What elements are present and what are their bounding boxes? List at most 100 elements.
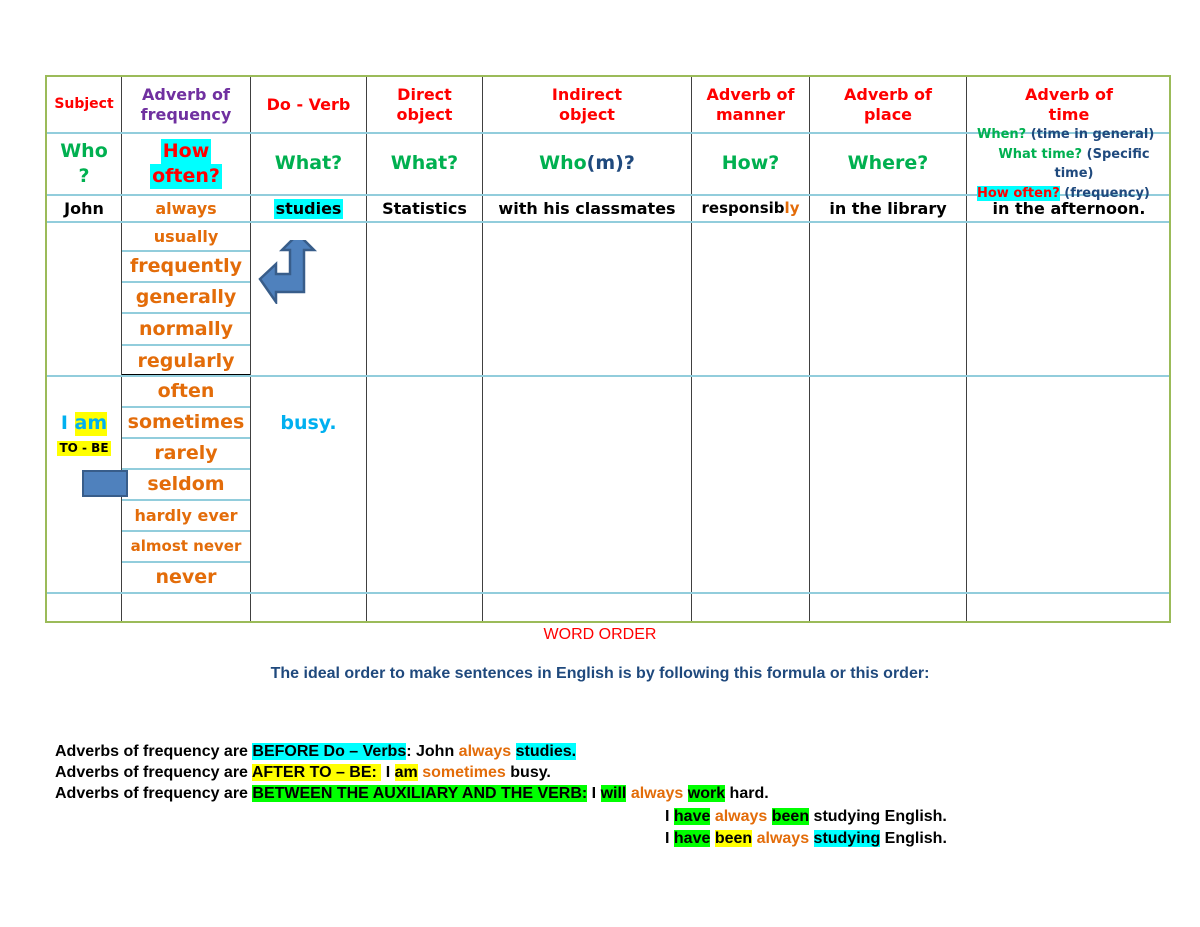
header-line: Direct (397, 85, 452, 104)
adverb-item: hardly ever (122, 501, 250, 530)
example-rest: studying English. (809, 808, 947, 825)
header-adverb-frequency: Adverb of frequency (122, 77, 250, 133)
cell-text: Statistics (382, 198, 467, 218)
question-line: often? (150, 164, 222, 189)
question-indirect-object: Who (m)? (483, 134, 691, 194)
example-subject: I (665, 830, 674, 847)
example-direct-object: Statistics (367, 196, 482, 221)
subject-am: am (74, 412, 108, 436)
adverb-divider (122, 312, 250, 314)
cell-text: in the afternoon. (992, 198, 1146, 218)
header-line: object (396, 105, 453, 124)
rule-adverb: always (458, 743, 512, 760)
question-text: ? (623, 152, 635, 175)
adverb-text: normally (139, 317, 233, 340)
example-adverb: always (630, 785, 684, 802)
header-line: Adverb of (1025, 85, 1113, 104)
rule-text: I (381, 764, 395, 781)
to-be-label-text: TO - BE (57, 440, 111, 456)
rule-verb: studies. (515, 743, 577, 760)
example-aux: have (673, 830, 711, 847)
question-text: Who (539, 152, 587, 175)
adverb-item: rarely (122, 439, 250, 468)
time-question-2: What time? (Specific time) (977, 145, 1171, 184)
to-be-subject: I am (47, 411, 121, 437)
to-be-complement: busy. (251, 411, 366, 437)
question-text-m: (m) (586, 152, 624, 175)
rule-adverb: sometimes (422, 764, 506, 781)
adverb-text: generally (135, 286, 237, 309)
adverb-item: almost never (122, 532, 250, 561)
adverb-text: sometimes (127, 410, 245, 433)
adverb-text: almost never (130, 537, 242, 556)
rule-highlight: BETWEEN THE AUXILIARY AND THE VERB: (252, 785, 588, 802)
example-subject: I (665, 808, 674, 825)
question-time: When? (time in general) What time? (Spec… (967, 127, 1171, 201)
adverb-divider (122, 344, 250, 346)
example-do-verb: studies (251, 196, 366, 221)
rule-text: : John (406, 743, 459, 760)
question-text: What? (274, 152, 343, 175)
adverb-item: frequently (122, 253, 250, 281)
cell-text: studies (273, 198, 344, 219)
header-indirect-object: Indirect object (483, 77, 691, 133)
example-verb: studying (813, 830, 881, 847)
question-subject: Who? (47, 134, 121, 194)
rule-prefix: Adverbs of frequency are (55, 764, 252, 781)
question-line: ? (78, 165, 90, 187)
example-verb: work (687, 785, 726, 802)
blue-rectangle-shape (82, 470, 128, 497)
header-line: object (559, 105, 615, 124)
header-text: Do - Verb (266, 95, 351, 114)
adverb-text: seldom (147, 472, 225, 495)
question-frequency: How often? (122, 134, 250, 194)
question-direct-object: What? (367, 134, 482, 194)
example-place: in the library (810, 196, 966, 221)
header-line: Indirect (551, 85, 623, 104)
example-rest: English. (880, 830, 947, 847)
example-aux: been (771, 808, 810, 825)
adverb-item: never (122, 563, 250, 593)
adverb-item: often (122, 377, 250, 406)
rule-prefix: Adverbs of frequency are (55, 785, 253, 802)
adverb-text: never (155, 566, 217, 589)
question-line: How (160, 139, 212, 164)
example-line-2: I have always been studying English. (665, 808, 947, 826)
rule-highlight: BEFORE Do – Verbs (252, 743, 407, 760)
header-line: Adverb of (142, 85, 230, 104)
word-order-table: Subject Adverb of frequency Do - Verb Dir… (45, 75, 1171, 623)
question-manner: How? (692, 134, 809, 194)
time-q: When? (977, 127, 1027, 142)
question-text: What? (390, 152, 459, 175)
rule-line-2: Adverbs of frequency are AFTER TO – BE: … (55, 764, 551, 782)
header-line: Adverb of (844, 85, 932, 104)
example-aux: will (600, 785, 627, 802)
complement-text: busy. (280, 412, 337, 435)
header-subject: Subject (47, 77, 121, 133)
rule-line-1: Adverbs of frequency are BEFORE Do – Ver… (55, 743, 577, 761)
header-line: Adverb of (706, 85, 795, 104)
question-place: Where? (810, 134, 966, 194)
header-adverb-manner: Adverb of manner (692, 77, 809, 133)
cell-text-suffix: ly (784, 199, 800, 218)
section-title-text: WORD ORDER (543, 626, 657, 643)
time-note: (time in general) (1030, 127, 1155, 142)
subject-i: I (60, 412, 68, 435)
to-be-label: TO - BE (47, 438, 121, 458)
rule-highlight: AFTER TO – BE: (251, 764, 382, 781)
example-adverb: always (756, 830, 810, 847)
rule-text: busy. (505, 764, 551, 781)
question-text: Where? (847, 152, 929, 175)
adverb-text: rarely (154, 441, 218, 464)
cell-text: in the library (829, 198, 947, 218)
header-line: manner (716, 105, 785, 124)
adverb-item: sometimes (122, 408, 250, 437)
question-line: Who (60, 140, 108, 163)
header-adverb-place: Adverb of place (810, 77, 966, 133)
adverb-text: regularly (137, 349, 235, 372)
example-aux: have (673, 808, 711, 825)
bent-arrow-icon (258, 240, 318, 304)
example-aux: been (714, 830, 753, 847)
cell-text: responsib (701, 199, 785, 218)
intro-sentence: The ideal order to make sentences in Eng… (270, 665, 930, 682)
